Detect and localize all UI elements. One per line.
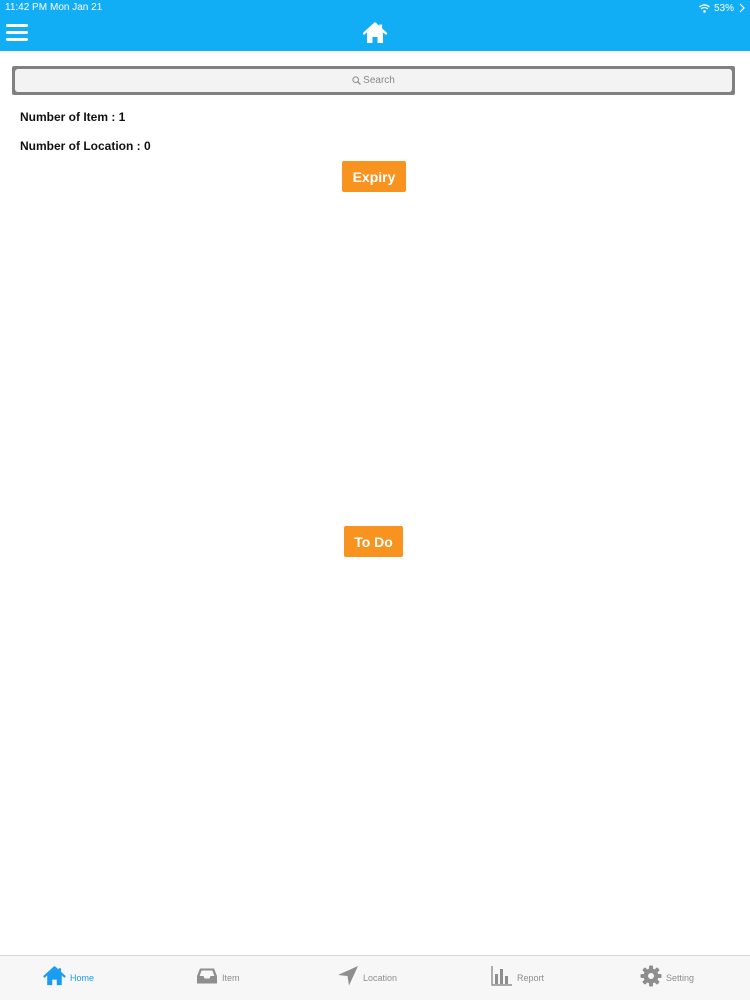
- hamburger-menu-icon[interactable]: [6, 22, 28, 44]
- gear-icon: [640, 965, 662, 992]
- status-indicators: 53%: [699, 2, 746, 14]
- status-time: 11:42 PM: [5, 2, 48, 13]
- tab-report[interactable]: Report: [491, 956, 544, 1000]
- tab-home-label: Home: [70, 973, 95, 983]
- app-screen: 11:42 PM Mon Jan 21 53% Search Number of…: [0, 0, 750, 1000]
- location-count-label: Number of Location : 0: [20, 139, 151, 153]
- battery-icon: [738, 3, 746, 13]
- expiry-button[interactable]: Expiry: [342, 161, 406, 192]
- location-arrow-icon: [337, 965, 359, 991]
- search-input[interactable]: Search: [15, 69, 732, 92]
- tab-location[interactable]: Location: [337, 956, 397, 1000]
- tab-report-label: Report: [517, 973, 545, 983]
- tab-home[interactable]: Home: [43, 956, 94, 1000]
- tab-item-label: Item: [222, 973, 240, 983]
- status-date: Mon Jan 21: [50, 2, 103, 13]
- header-bar: 11:42 PM Mon Jan 21 53%: [0, 0, 750, 51]
- home-icon[interactable]: [362, 22, 388, 44]
- tab-setting[interactable]: Setting: [640, 956, 694, 1000]
- tab-bar: Home Item Location Report Setting: [0, 955, 750, 1000]
- inbox-tray-icon: [196, 967, 218, 990]
- home-icon: [43, 965, 66, 991]
- tab-location-label: Location: [363, 973, 398, 983]
- tab-item[interactable]: Item: [196, 956, 240, 1000]
- tab-setting-label: Setting: [666, 973, 695, 983]
- todo-button[interactable]: To Do: [344, 526, 403, 557]
- battery-percent: 53%: [713, 2, 734, 14]
- wifi-icon: [699, 3, 710, 13]
- bar-chart-icon: [491, 965, 513, 991]
- search-bar: Search: [12, 66, 735, 95]
- search-icon: [352, 72, 361, 90]
- search-placeholder: Search: [363, 75, 395, 86]
- item-count-label: Number of Item : 1: [20, 110, 126, 124]
